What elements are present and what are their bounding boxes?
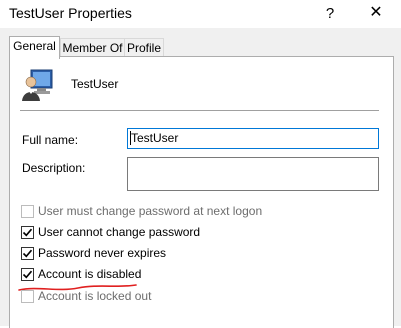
tab-general-label: General (13, 39, 56, 53)
window-title: TestUser Properties (9, 5, 132, 21)
checkmark-icon (22, 270, 33, 279)
tab-profile[interactable]: Profile (124, 38, 164, 58)
description-field[interactable] (127, 157, 379, 191)
separator (20, 110, 379, 111)
checkmark-icon (22, 228, 33, 237)
checkbox-label: Account is disabled (38, 267, 142, 281)
tab-profile-label: Profile (126, 41, 161, 55)
checkbox-label: Password never expires (38, 246, 167, 260)
checkbox-box (21, 290, 34, 303)
description-label: Description: (22, 161, 86, 175)
checkmark-icon (22, 249, 33, 258)
full-name-field[interactable]: TestUser (127, 128, 379, 149)
tab-member-of[interactable]: Member Of (60, 38, 125, 58)
close-button[interactable]: ✕ (362, 0, 390, 28)
full-name-label: Full name: (22, 133, 79, 147)
tab-member-of-label: Member Of (62, 41, 123, 55)
title-bar: TestUser Properties ? ✕ (0, 0, 401, 28)
checkbox-box (21, 205, 34, 218)
full-name-value: TestUser (131, 131, 179, 145)
checkbox-box (21, 247, 34, 260)
checkbox-box (21, 226, 34, 239)
user-name-label: TestUser (71, 77, 119, 91)
checkbox-label: User cannot change password (38, 225, 201, 239)
checkbox-box (21, 268, 34, 281)
checkbox-label: Account is locked out (38, 289, 152, 303)
checkbox-label: User must change password at next logon (38, 204, 263, 218)
tab-general[interactable]: General (9, 36, 60, 59)
help-button[interactable]: ? (318, 0, 342, 28)
user-computer-icon (22, 68, 54, 102)
